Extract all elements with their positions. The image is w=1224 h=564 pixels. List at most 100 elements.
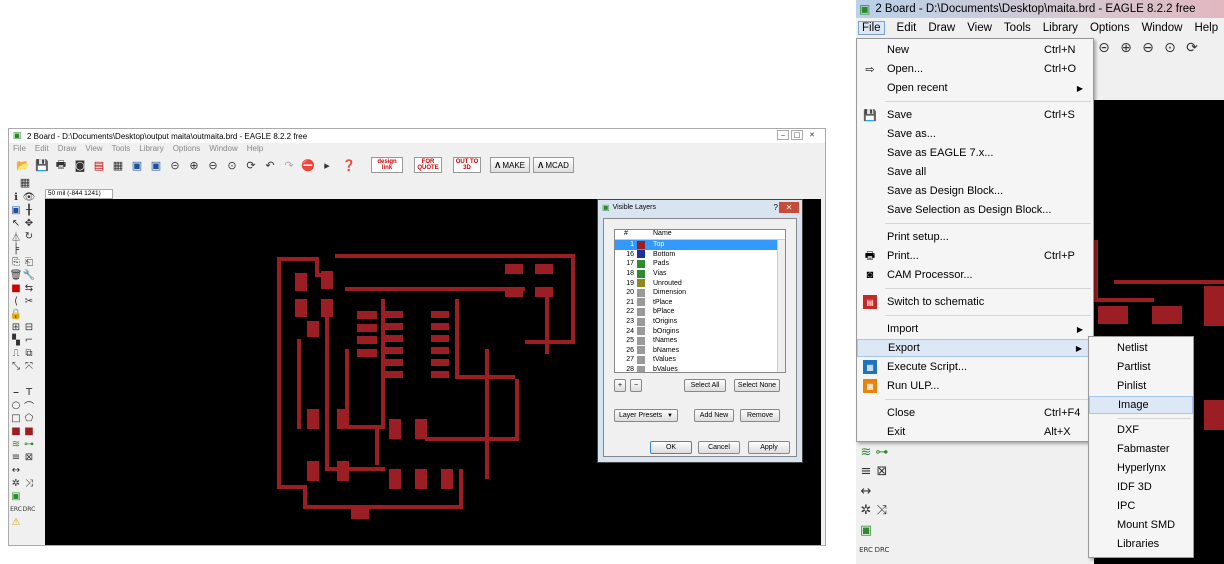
export-menu-item-mount-smd[interactable]: Mount SMD <box>1089 516 1193 534</box>
layer-row-tnames[interactable]: 25 tNames <box>615 336 785 346</box>
signal-icon[interactable]: ⊶ <box>23 438 35 450</box>
drc-icon[interactable]: DRC <box>23 503 36 515</box>
measure-icon[interactable]: ↔ <box>10 464 22 476</box>
circle-icon[interactable]: ○ <box>10 399 22 411</box>
move-icon[interactable]: ↖ <box>10 217 22 229</box>
text-icon[interactable]: T <box>23 386 35 398</box>
rotate-icon[interactable]: ↻ <box>23 230 35 242</box>
attr-icon[interactable]: ≡ <box>10 451 22 463</box>
file-menu-item-run-ulp[interactable]: ▦ Run ULP... <box>857 377 1093 395</box>
value-icon[interactable]: ⊟ <box>23 321 35 333</box>
ripup-icon[interactable]: ⤧ <box>23 360 35 372</box>
open-icon[interactable]: 📂 <box>15 157 31 173</box>
menu-tools[interactable]: Tools <box>112 144 131 154</box>
layer-icon[interactable]: ▣ <box>129 157 145 173</box>
export-menu-item-partlist[interactable]: Partlist <box>1089 358 1193 376</box>
layer-row-pads[interactable]: 17 Pads <box>615 259 785 269</box>
measure-icon[interactable]: ↔ <box>860 484 872 499</box>
auto-icon[interactable]: ✲ <box>10 477 22 489</box>
rect-icon[interactable]: □ <box>10 412 22 424</box>
blank3-icon[interactable] <box>10 373 22 385</box>
file-menu-item-save-all[interactable]: Save all <box>857 163 1093 181</box>
menu-library[interactable]: Library <box>1043 22 1078 34</box>
dim-icon[interactable]: ⊠ <box>876 464 888 479</box>
menu-file[interactable]: File <box>858 21 885 35</box>
layer-row-bottom[interactable]: 16 Bottom <box>615 250 785 260</box>
optimize-icon[interactable]: ▣ <box>10 490 22 502</box>
zoom-out-icon[interactable]: ⊖ <box>205 157 221 173</box>
layer-list[interactable]: # Name 1 Top 16 Bottom 17 Pads 18 Vias 19 Unroute… <box>614 229 786 373</box>
lock-icon[interactable]: 🔒 <box>10 308 22 320</box>
select-all-button[interactable]: Select All <box>684 379 726 392</box>
layer-row-top[interactable]: 1 Top <box>615 240 785 250</box>
remove-button[interactable]: Remove <box>740 409 780 422</box>
hole-icon[interactable]: ■ <box>23 425 35 437</box>
split-icon[interactable]: ⟨ <box>10 295 22 307</box>
add-new-button[interactable]: Add New <box>694 409 734 422</box>
layer-row-bvalues[interactable]: 28 bValues <box>615 365 785 372</box>
smash-icon[interactable]: ▚ <box>10 334 22 346</box>
cut-icon[interactable]: ✂ <box>23 295 35 307</box>
close-icon[interactable]: ✕ <box>805 130 819 140</box>
go-icon[interactable]: ▸ <box>319 157 335 173</box>
dim-icon[interactable]: ⊠ <box>23 451 35 463</box>
menu-options[interactable]: Options <box>173 144 201 154</box>
add-layer-button[interactable]: + <box>614 379 626 392</box>
board-canvas[interactable]: ▣ Visible Layers ? ✕ # Name 1 Top 16 Bottom… <box>45 199 825 545</box>
export-menu-item-image[interactable]: Image <box>1089 396 1193 414</box>
minimize-icon[interactable]: ‒ <box>777 130 789 140</box>
ratsnest-icon[interactable]: ≋ <box>860 445 872 460</box>
cancel-button[interactable]: Cancel <box>698 441 740 454</box>
ok-button[interactable]: OK <box>650 441 692 454</box>
menu-view[interactable]: View <box>85 144 102 154</box>
save-icon[interactable]: 💾 <box>34 157 50 173</box>
ratsnest-icon[interactable]: ≋ <box>10 438 22 450</box>
layer-row-torigins[interactable]: 23 tOrigins <box>615 317 785 327</box>
layer-row-tplace[interactable]: 21 tPlace <box>615 298 785 308</box>
menu-library[interactable]: Library <box>139 144 163 154</box>
layer-row-bnames[interactable]: 26 bNames <box>615 346 785 356</box>
menu-tools[interactable]: Tools <box>1004 22 1031 34</box>
add-icon[interactable]: ■ <box>10 282 22 294</box>
design-link-button[interactable]: design link <box>371 157 403 173</box>
drc-icon[interactable]: DRC <box>875 544 890 556</box>
cam-icon[interactable]: ◙ <box>72 157 88 173</box>
file-menu-item-execute-script[interactable]: ▦ Execute Script... <box>857 358 1093 376</box>
dialog-help-icon[interactable]: ? <box>774 203 778 212</box>
route-icon[interactable]: ⤡ <box>10 360 22 372</box>
replace-icon[interactable]: ⇆ <box>23 282 35 294</box>
mcad-button[interactable]: Λ MCAD <box>533 157 574 173</box>
file-menu-item-exit[interactable]: Exit Alt+X <box>857 423 1093 441</box>
ulp-icon[interactable]: ▣ <box>148 157 164 173</box>
slice-icon[interactable]: ⧉ <box>23 347 35 359</box>
redraw-icon[interactable]: ⟳ <box>243 157 259 173</box>
name-icon[interactable]: ⊞ <box>10 321 22 333</box>
undo-icon[interactable]: ↶ <box>262 157 278 173</box>
export-menu-item-pinlist[interactable]: Pinlist <box>1089 377 1193 395</box>
redraw-icon[interactable]: ⟳ <box>1184 40 1200 56</box>
menu-window[interactable]: Window <box>1142 22 1183 34</box>
file-menu-item-export[interactable]: Export ▶ <box>857 339 1093 357</box>
dialog-close-icon[interactable]: ✕ <box>779 202 799 213</box>
file-menu-item-save[interactable]: 💾 Save Ctrl+S <box>857 106 1093 124</box>
erc-icon[interactable]: ERC <box>859 544 873 556</box>
blank4-icon[interactable] <box>23 373 35 385</box>
file-menu-item-close[interactable]: Close Ctrl+F4 <box>857 404 1093 422</box>
layer-row-borigins[interactable]: 24 bOrigins <box>615 326 785 336</box>
menu-help[interactable]: Help <box>247 144 263 154</box>
layer-row-tvalues[interactable]: 27 tValues <box>615 355 785 365</box>
canvas-scrollbar[interactable] <box>821 199 825 545</box>
autorouter-icon[interactable]: ⤨ <box>876 503 888 518</box>
export-menu-item-fabmaster[interactable]: Fabmaster <box>1089 440 1193 458</box>
warning-icon[interactable]: ⚠ <box>10 516 22 528</box>
file-menu-item-import[interactable]: Import ▶ <box>857 320 1093 338</box>
zoom-select-icon[interactable]: ⊙ <box>1162 40 1178 56</box>
mark-icon[interactable]: ╂ <box>23 204 35 216</box>
zoom-fit-icon[interactable]: ⊝ <box>167 157 183 173</box>
file-menu-item-save-as-design-block[interactable]: Save as Design Block... <box>857 182 1093 200</box>
polygon-icon[interactable]: ⬠ <box>23 412 35 424</box>
select-none-button[interactable]: Select None <box>734 379 780 392</box>
menu-options[interactable]: Options <box>1090 22 1130 34</box>
menu-help[interactable]: Help <box>1194 22 1218 34</box>
erc-icon[interactable]: ERC <box>10 503 22 515</box>
